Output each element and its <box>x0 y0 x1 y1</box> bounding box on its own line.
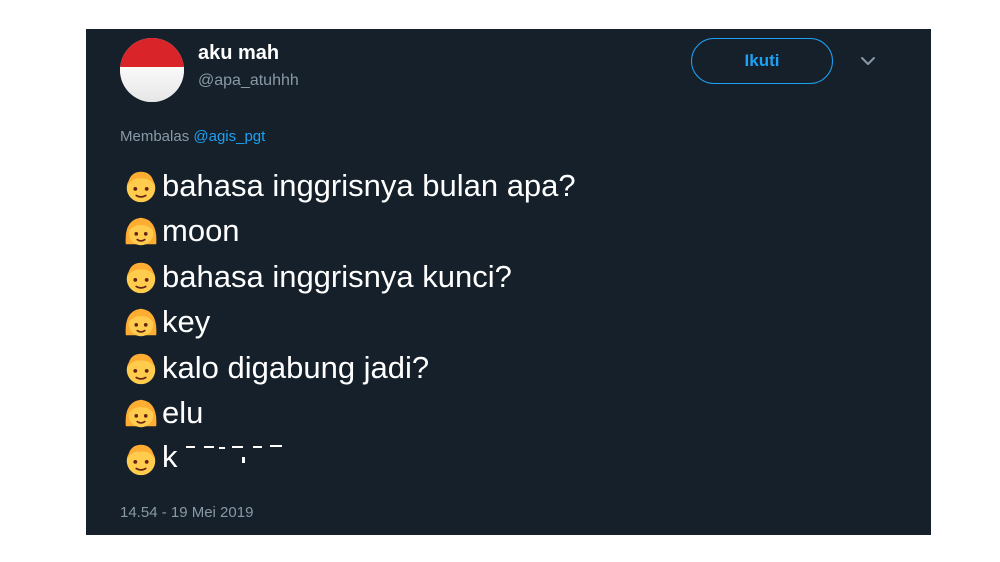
boy-emoji-icon <box>126 444 156 475</box>
avatar[interactable] <box>120 38 184 102</box>
dialog-line: bahasa inggrisnya bulan apa? <box>122 163 882 209</box>
dialog-text: elu <box>162 395 204 431</box>
reply-context: Membalas @agis_pgt <box>120 128 265 145</box>
dialog-text: moon <box>162 213 240 249</box>
dialog-line: bahasa inggrisnya kunci? <box>122 254 882 300</box>
tweet-card: aku mah @apa_atuhhh Ikuti Membalas @agis… <box>86 29 931 535</box>
user-handle[interactable]: @apa_atuhhh <box>198 72 299 90</box>
dialog-text: k <box>162 438 178 474</box>
censor-fragment <box>219 446 225 449</box>
censor-fragment <box>253 445 262 448</box>
girl-emoji-icon <box>125 308 157 337</box>
reply-prefix: Membalas <box>120 128 190 145</box>
boy-emoji-icon <box>126 353 156 384</box>
follow-button[interactable]: Ikuti <box>691 38 833 84</box>
dialog-line: kalo digabung jadi? <box>122 345 882 391</box>
boy-emoji-icon <box>126 262 156 293</box>
censor-fragment <box>232 445 243 448</box>
timestamp[interactable]: 14.54 - 19 Mei 2019 <box>120 504 253 521</box>
censor-fragment <box>270 444 282 447</box>
dialog-line: key <box>122 300 882 346</box>
dialog-line: moon <box>122 209 882 255</box>
reply-mention-link[interactable]: @agis_pgt <box>193 128 265 145</box>
censor-fragment <box>242 456 245 463</box>
display-name[interactable]: aku mah <box>198 42 279 65</box>
censored-text: k <box>162 439 294 474</box>
chevron-down-icon[interactable] <box>859 55 877 67</box>
dialog-text: bahasa inggrisnya bulan apa? <box>162 167 576 203</box>
dialog-text: bahasa inggrisnya kunci? <box>162 258 512 294</box>
dialog-line: k <box>122 436 882 482</box>
dialog-text: key <box>162 304 211 340</box>
dialog-line: elu <box>122 391 882 437</box>
censor-fragment <box>186 445 195 448</box>
tweet-body: bahasa inggrisnya bulan apa? moon bahasa… <box>122 163 882 482</box>
girl-emoji-icon <box>125 217 157 246</box>
boy-emoji-icon <box>126 171 156 202</box>
dialog-text: kalo digabung jadi? <box>162 349 430 385</box>
censor-fragment <box>204 445 214 448</box>
girl-emoji-icon <box>125 399 157 428</box>
avatar-flag-white <box>120 67 184 102</box>
avatar-flag-red <box>120 38 184 68</box>
